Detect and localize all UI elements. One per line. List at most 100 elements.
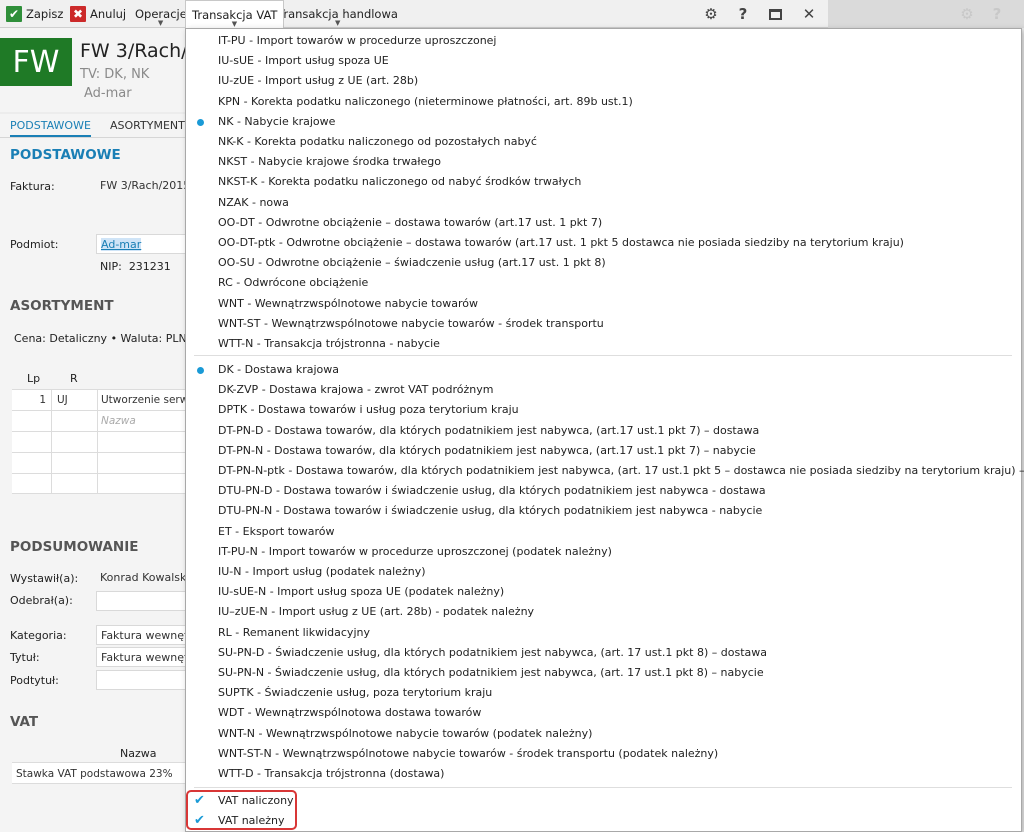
vat-column-name: Nazwa xyxy=(120,747,157,760)
table-row[interactable] xyxy=(12,431,190,452)
menu-item[interactable]: WTT-N - Transakcja trójstronna - nabycie xyxy=(186,334,1021,354)
menu-item[interactable]: IT-PU - Import towarów w procedurze upro… xyxy=(186,31,1021,51)
menu-item[interactable]: WNT-ST - Wewnątrzwspólnotowe nabycie tow… xyxy=(186,314,1021,334)
menu-item-label: NKST-K - Korekta podatku naliczonego od … xyxy=(218,175,582,189)
save-button[interactable]: ✔ Zapisz xyxy=(6,0,63,28)
gear-icon: ⚙ xyxy=(960,5,974,23)
menu-item[interactable]: OO-SU - Odwrotne obciążenie – świadczeni… xyxy=(186,253,1021,273)
menu-item[interactable]: NK-K - Korekta podatku naliczonego od po… xyxy=(186,132,1021,152)
menu-checkbox-item[interactable]: ✔ VAT naliczony xyxy=(186,791,1021,811)
category-label: Kategoria: xyxy=(10,629,67,642)
vat-transaction-menu[interactable]: Transakcja VAT ▼ xyxy=(185,0,285,29)
selected-bullet-icon xyxy=(197,367,204,374)
help-icon: ? xyxy=(992,5,1002,23)
subtitle-field[interactable] xyxy=(96,670,190,690)
menu-item[interactable]: SU-PN-D - Świadczenie usług, dla których… xyxy=(186,643,1021,663)
gear-icon[interactable]: ⚙ xyxy=(702,5,720,23)
category-field[interactable]: Faktura wewnętrz xyxy=(96,625,190,645)
title-field[interactable]: Faktura wewnętrz xyxy=(96,647,190,667)
cancel-button[interactable]: ✖ Anuluj xyxy=(70,0,126,28)
subject-value: Ad-mar xyxy=(101,238,142,251)
menu-item-label: WNT-ST - Wewnątrzwspólnotowe nabycie tow… xyxy=(218,316,604,330)
menu-item-label: OO-DT-ptk - Odwrotne obciążenie – dostaw… xyxy=(218,236,904,249)
menu-item[interactable]: DTU-PN-N - Dostawa towarów i świadczenie… xyxy=(186,501,1021,521)
help-icon[interactable]: ? xyxy=(734,5,752,23)
menu-item[interactable]: ET - Eksport towarów xyxy=(186,522,1021,542)
menu-item-label: NKST - Nabycie krajowe środka trwałego xyxy=(218,155,441,169)
menu-item-label: DPTK - Dostawa towarów i usług poza tery… xyxy=(218,403,519,417)
menu-item[interactable]: WDT - Wewnątrzwspólnotowa dostawa towaró… xyxy=(186,703,1021,723)
vat-transaction-dropdown: IT-PU - Import towarów w procedurze upro… xyxy=(185,28,1024,832)
table-row[interactable]: Stawka VAT podstawowa 23% xyxy=(12,762,190,784)
subtitle-label: Podtytuł: xyxy=(10,674,59,687)
menu-item[interactable]: IT-PU-N - Import towarów w procedurze up… xyxy=(186,542,1021,562)
menu-item-label: SUPTK - Świadczenie usług, poza terytori… xyxy=(218,686,493,700)
menu-item[interactable]: DK - Dostawa krajowa xyxy=(186,360,1021,380)
subject-field[interactable]: Ad-mar xyxy=(96,234,190,254)
menu-item[interactable]: KPN - Korekta podatku naliczonego (niete… xyxy=(186,92,1021,112)
menu-item[interactable]: DPTK - Dostawa towarów i usług poza tery… xyxy=(186,400,1021,420)
page-title: FW 3/Rach/ xyxy=(80,40,188,62)
section-summary-title: PODSUMOWANIE xyxy=(10,539,139,555)
menu-item-label: WTT-D - Transakcja trójstronna (dostawa) xyxy=(218,767,445,780)
menu-item[interactable]: RL - Remanent likwidacyjny xyxy=(186,623,1021,643)
menu-item[interactable]: IU-sUE-N - Import usług spoza UE (podate… xyxy=(186,582,1021,602)
tab-bar: PODSTAWOWE ASORTYMENT xyxy=(0,114,190,138)
menu-item[interactable]: IU–zUE-N - Import usług z UE (art. 28b) … xyxy=(186,602,1021,622)
menu-item[interactable]: SUPTK - Świadczenie usług, poza terytori… xyxy=(186,683,1021,703)
tab-basic[interactable]: PODSTAWOWE xyxy=(10,119,91,137)
menu-item-label: OO-SU - Odwrotne obciążenie – świadczeni… xyxy=(218,256,606,270)
grid-header-lp: Lp xyxy=(27,372,41,385)
menu-item-label: DK - Dostawa krajowa xyxy=(218,363,340,376)
table-row[interactable]: 1 UJ Utworzenie serwis xyxy=(12,389,190,410)
menu-item[interactable]: NKST-K - Korekta podatku naliczonego od … xyxy=(186,172,1021,192)
menu-item-label: WNT-ST-N - Wewnątrzwspólnotowe nabycie t… xyxy=(218,746,719,760)
menu-item-label: DT-PN-D - Dostawa towarów, dla których p… xyxy=(218,423,760,437)
menu-item[interactable]: RC - Odwrócone obciążenie xyxy=(186,273,1021,293)
menu-item[interactable]: IU-N - Import usług (podatek należny) xyxy=(186,562,1021,582)
menu-item[interactable]: NZAK - nowa xyxy=(186,193,1021,213)
menu-item[interactable]: IU-sUE - Import usług spoza UE xyxy=(186,51,1021,71)
menu-item[interactable]: DK-ZVP - Dostawa krajowa - zwrot VAT pod… xyxy=(186,380,1021,400)
maximize-icon[interactable] xyxy=(766,5,784,23)
menu-checkbox-item[interactable]: ✔ VAT należny xyxy=(186,811,1021,831)
menu-item-label: DTU-PN-D - Dostawa towarów i świadczenie… xyxy=(218,484,766,498)
menu-item[interactable]: NKST - Nabycie krajowe środka trwałego xyxy=(186,152,1021,172)
close-icon[interactable]: ✕ xyxy=(800,5,818,23)
menu-item[interactable]: IU-zUE - Import usług z UE (art. 28b) xyxy=(186,71,1021,91)
menu-item-label: IU-zUE - Import usług z UE (art. 28b) xyxy=(218,74,419,88)
received-label: Odebrał(a): xyxy=(10,594,73,607)
menu-item[interactable]: SU-PN-N - Świadczenie usług, dla których… xyxy=(186,663,1021,683)
tab-assortment[interactable]: ASORTYMENT xyxy=(110,119,185,132)
separator xyxy=(194,355,1012,356)
trade-transaction-menu[interactable]: Transakcja handlowa ▼ xyxy=(278,0,398,28)
operations-menu[interactable]: Operacje ▼ xyxy=(135,0,187,28)
issued-field[interactable]: Konrad Kowalski xyxy=(96,568,190,588)
menu-item[interactable]: DT-PN-N - Dostawa towarów, dla których p… xyxy=(186,441,1021,461)
received-field[interactable] xyxy=(96,591,190,611)
title-label: Tytuł: xyxy=(10,651,40,664)
menu-item-label: NK-K - Korekta podatku naliczonego od po… xyxy=(218,135,537,148)
invoice-field[interactable]: FW 3/Rach/2015 xyxy=(96,176,190,196)
menu-item[interactable]: OO-DT-ptk - Odwrotne obciążenie – dostaw… xyxy=(186,233,1021,253)
menu-item[interactable]: WTT-D - Transakcja trójstronna (dostawa) xyxy=(186,764,1021,784)
menu-item[interactable]: WNT-ST-N - Wewnątrzwspólnotowe nabycie t… xyxy=(186,744,1021,764)
menu-item[interactable]: WNT-N - Wewnątrzwspólnotowe nabycie towa… xyxy=(186,724,1021,744)
menu-item-label: NK - Nabycie krajowe xyxy=(218,114,336,128)
menu-item-label: WNT-N - Wewnątrzwspólnotowe nabycie towa… xyxy=(218,726,593,740)
menu-item-label: IU–zUE-N - Import usług z UE (art. 28b) … xyxy=(218,605,535,619)
background-window-toolbar: ⚙ ? xyxy=(828,0,1024,28)
menu-item[interactable]: OO-DT - Odwrotne obciążenie – dostawa to… xyxy=(186,213,1021,233)
highlight-frame xyxy=(186,790,297,830)
menu-item[interactable]: DT-PN-D - Dostawa towarów, dla których p… xyxy=(186,421,1021,441)
close-icon: ✖ xyxy=(70,6,86,22)
menu-item[interactable]: NK - Nabycie krajowe xyxy=(186,112,1021,132)
table-row[interactable] xyxy=(12,452,190,473)
document-type-tile: FW xyxy=(0,38,72,86)
menu-item[interactable]: WNT - Wewnątrzwspólnotowe nabycie towaró… xyxy=(186,294,1021,314)
menu-item[interactable]: DTU-PN-D - Dostawa towarów i świadczenie… xyxy=(186,481,1021,501)
menu-item[interactable]: DT-PN-N-ptk - Dostawa towarów, dla który… xyxy=(186,461,1024,481)
table-row[interactable]: Nazwa xyxy=(12,410,190,431)
table-row[interactable] xyxy=(12,473,190,494)
entity-name: Ad-mar xyxy=(84,86,132,101)
